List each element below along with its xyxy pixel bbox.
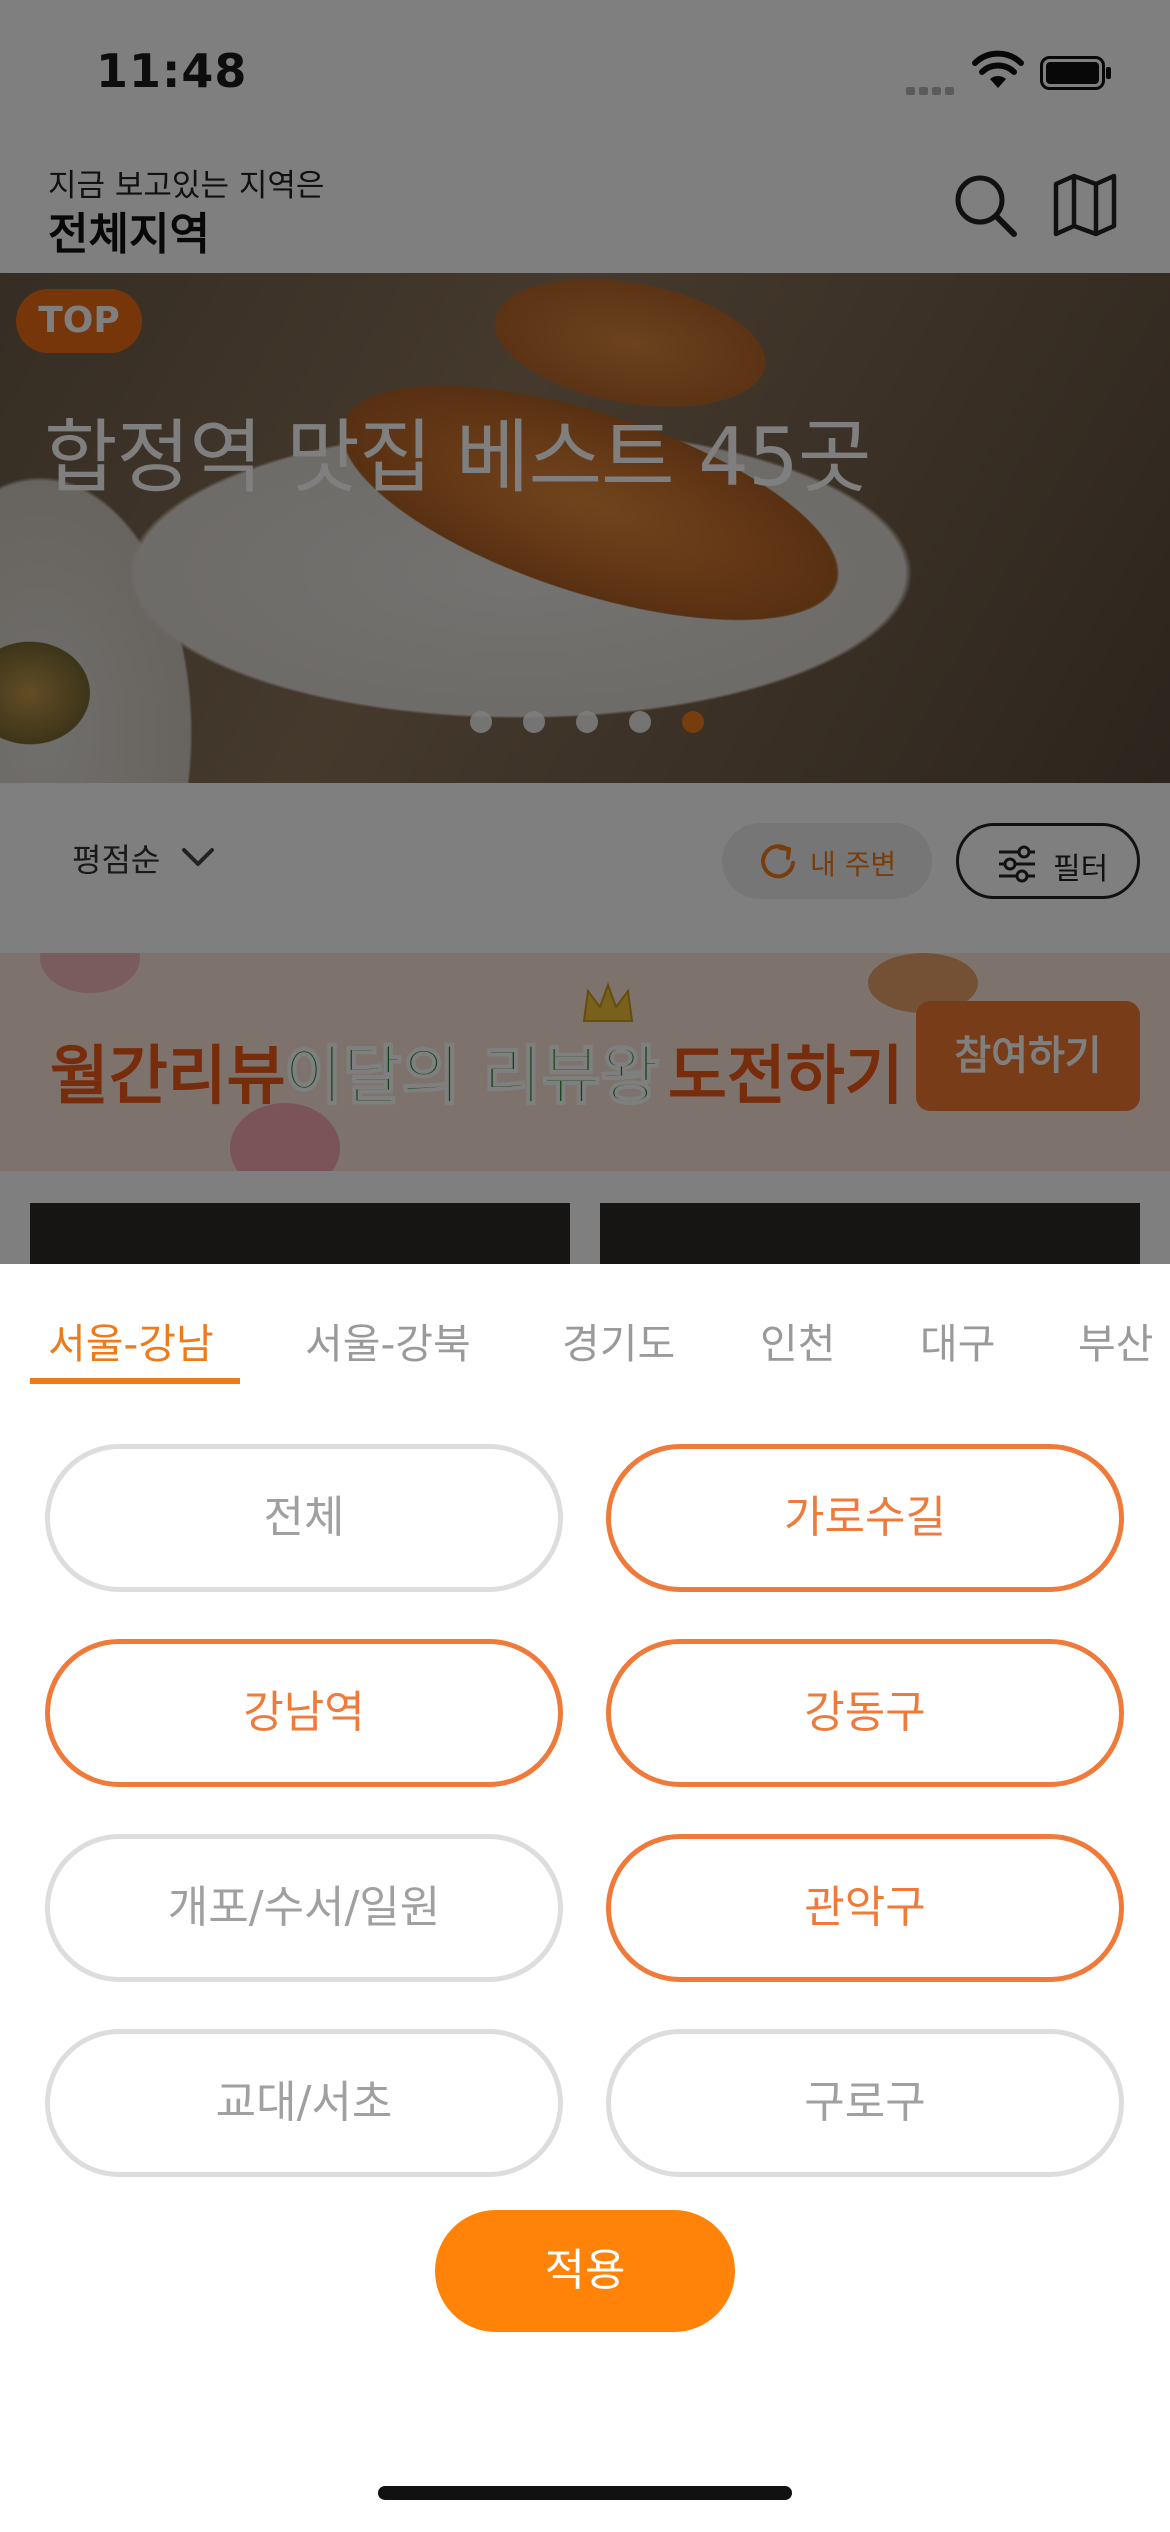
province-tab[interactable]: 대구: [920, 1310, 995, 1370]
province-tab[interactable]: 인천: [760, 1310, 835, 1370]
district-chip[interactable]: 구로구: [606, 2029, 1124, 2177]
active-tab-indicator: [30, 1378, 240, 1384]
district-chip[interactable]: 교대/서초: [45, 2029, 563, 2177]
apply-button[interactable]: 적용: [435, 2210, 735, 2332]
district-chip[interactable]: 강남역: [45, 1639, 563, 1787]
district-chip[interactable]: 개포/수서/일원: [45, 1834, 563, 1982]
province-tabs: 서울-강남 서울-강북 경기도 인천 대구 부산: [0, 1264, 1170, 1388]
district-chip[interactable]: 관악구: [606, 1834, 1124, 1982]
district-chip-grid: 전체 가로수길강남역 강동구개포/수서/일원 관악구교대/서초 구로구: [0, 1444, 1170, 2184]
home-indicator: [378, 2486, 792, 2500]
district-chip[interactable]: 전체: [45, 1444, 563, 1592]
province-tab[interactable]: 서울-강북: [305, 1310, 471, 1370]
province-tab[interactable]: 부산: [1078, 1310, 1153, 1370]
district-chip[interactable]: 가로수길: [606, 1444, 1124, 1592]
province-tab[interactable]: 서울-강남: [48, 1310, 214, 1370]
district-chip[interactable]: 강동구: [606, 1639, 1124, 1787]
province-tab[interactable]: 경기도: [562, 1310, 675, 1370]
modal-overlay[interactable]: [0, 0, 1170, 1264]
region-picker-sheet: 서울-강남 서울-강북 경기도 인천 대구 부산 전체 가로수길강남역 강동구개포/수서/일원…: [0, 1264, 1170, 2532]
